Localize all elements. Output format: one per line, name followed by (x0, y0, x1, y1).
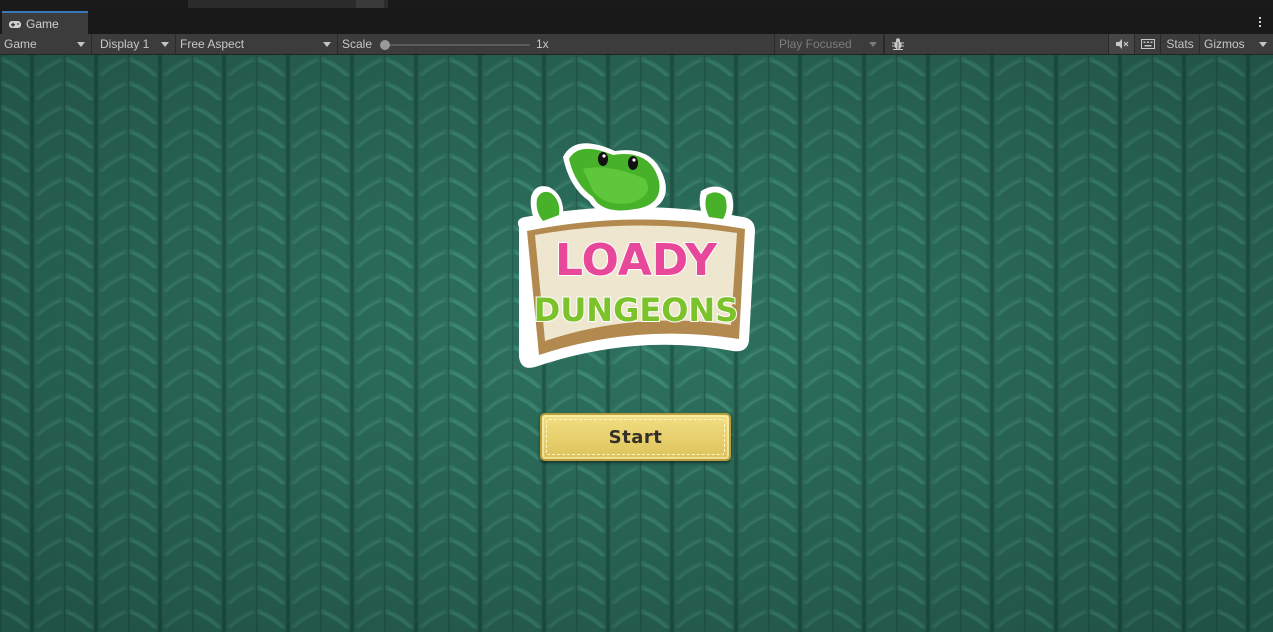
gizmos-label: Gizmos (1204, 37, 1245, 51)
view-mode-dropdown[interactable]: Game (0, 34, 92, 54)
kebab-menu-icon[interactable] (1257, 14, 1263, 30)
top-panel-button[interactable] (356, 0, 384, 8)
mute-audio-button[interactable] (1108, 34, 1134, 54)
view-mode-label: Game (4, 37, 37, 51)
game-logo: LOADY DUNGEONS (517, 143, 755, 368)
scale-label: Scale (338, 34, 378, 54)
start-button-label: Start (608, 426, 663, 448)
chevron-down-icon (161, 42, 169, 47)
mute-audio-icon (1115, 39, 1128, 49)
play-mode-dropdown[interactable]: Play Focused (774, 34, 884, 54)
frog-mascot (530, 143, 734, 227)
chevron-down-icon (869, 42, 877, 47)
gamepad-icon (9, 20, 21, 28)
keyboard-shortcuts-button[interactable] (1134, 34, 1160, 54)
chevron-down-icon (1259, 42, 1267, 47)
play-mode-label: Play Focused (779, 37, 852, 51)
start-button[interactable]: Start (540, 413, 731, 461)
display-label: Display 1 (100, 37, 150, 51)
scale-label-text: Scale (342, 37, 373, 51)
chevron-down-icon (77, 42, 85, 47)
gizmos-dropdown[interactable]: Gizmos (1199, 34, 1273, 54)
chevron-down-icon (323, 42, 331, 47)
logo-title-line2: DUNGEONS (534, 291, 738, 329)
logo-title-line1: LOADY (555, 235, 718, 286)
aspect-dropdown[interactable]: Free Aspect (176, 34, 338, 54)
display-dropdown[interactable]: Display 1 (96, 34, 176, 54)
keyboard-icon (1140, 39, 1155, 49)
stats-label: Stats (1166, 37, 1194, 51)
aspect-label: Free Aspect (180, 37, 245, 51)
scale-value: 1x (532, 34, 572, 54)
tab-label: Game (26, 16, 59, 31)
game-toolbar: Game Display 1 Free Aspect Scale 1x Play… (0, 34, 1273, 55)
bug-icon (891, 38, 904, 50)
game-viewport[interactable]: LOADY DUNGEONS Start (0, 55, 1273, 632)
stats-button[interactable]: Stats (1160, 34, 1199, 54)
scale-value-text: 1x (536, 37, 549, 51)
tab-bar: Game (0, 10, 1273, 34)
scale-slider-handle[interactable] (380, 40, 390, 50)
scale-slider-track[interactable] (385, 44, 530, 46)
tab-game[interactable]: Game (2, 11, 88, 34)
frame-debugger-button[interactable] (884, 34, 910, 54)
top-strip (0, 0, 1273, 10)
